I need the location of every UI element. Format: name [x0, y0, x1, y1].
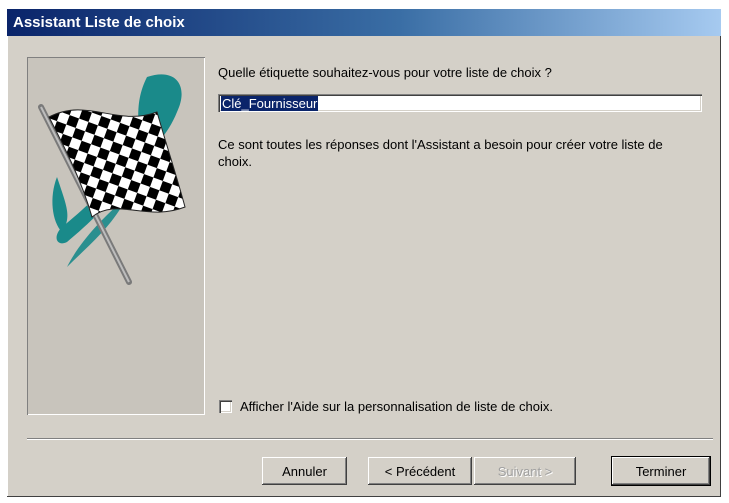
- divider: [27, 438, 713, 440]
- next-button[interactable]: Suivant >: [474, 457, 576, 485]
- checkered-flag-icon: [38, 74, 186, 285]
- wizard-art-panel: [27, 57, 205, 415]
- title-bar[interactable]: Assistant Liste de choix: [7, 9, 721, 36]
- question-label: Quelle étiquette souhaitez-vous pour vot…: [218, 65, 552, 80]
- window-title: Assistant Liste de choix: [13, 14, 185, 31]
- wizard-dialog: Assistant Liste de choix Quelle étiquett…: [7, 9, 721, 497]
- previous-button[interactable]: < Précédent: [368, 457, 472, 485]
- help-checkbox-row[interactable]: Afficher l'Aide sur la personnalisation …: [219, 399, 553, 414]
- help-checkbox[interactable]: [219, 400, 232, 413]
- help-checkbox-label: Afficher l'Aide sur la personnalisation …: [240, 399, 553, 414]
- info-text: Ce sont toutes les réponses dont l'Assis…: [218, 137, 663, 169]
- finish-button[interactable]: Terminer: [612, 457, 710, 485]
- cancel-button[interactable]: Annuler: [262, 457, 347, 485]
- label-input[interactable]: Clé_Fournisseur: [218, 94, 702, 112]
- label-input-value: Clé_Fournisseur: [221, 96, 319, 111]
